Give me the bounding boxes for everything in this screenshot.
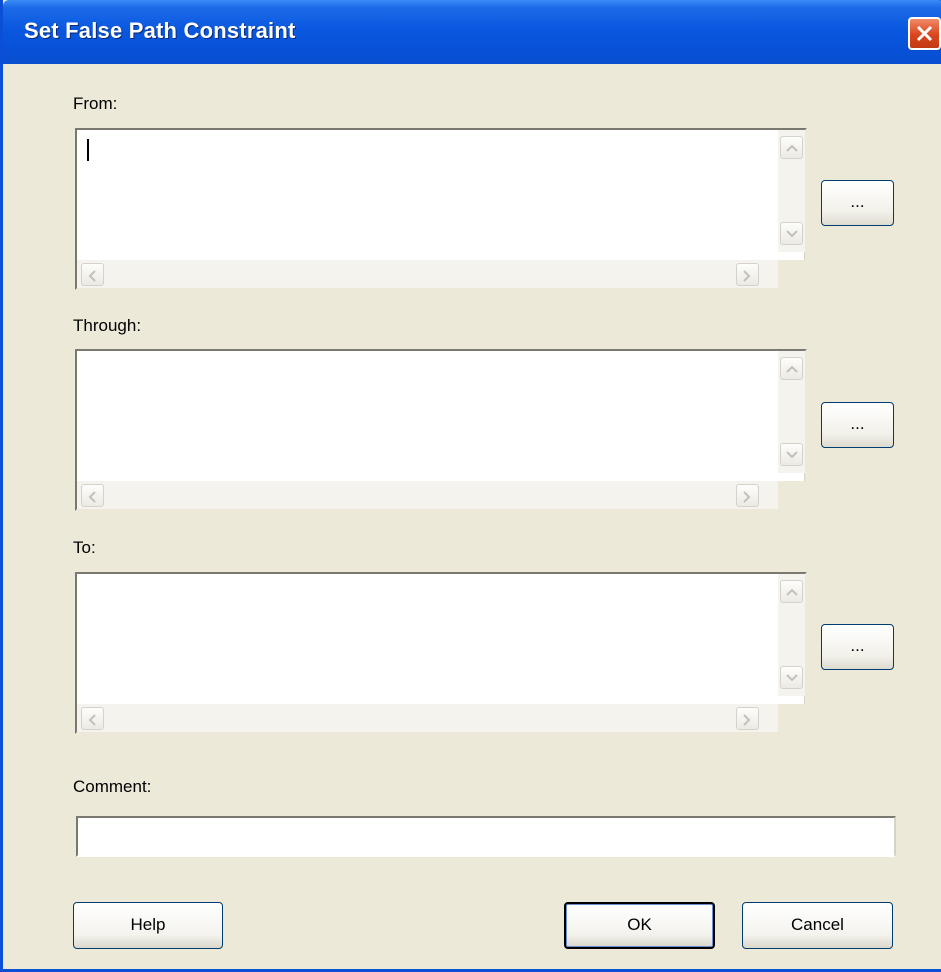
from-browse-button[interactable]: ... [821, 180, 894, 226]
scroll-down-button[interactable] [780, 443, 803, 466]
from-listbox[interactable] [75, 128, 807, 290]
scroll-left-button[interactable] [81, 707, 104, 730]
through-browse-button[interactable]: ... [821, 402, 894, 448]
close-button[interactable] [908, 17, 941, 50]
chevron-down-icon [786, 230, 798, 238]
chevron-down-icon [786, 674, 798, 682]
through-label: Through: [73, 316, 142, 335]
close-x-icon [916, 25, 933, 42]
cancel-button[interactable]: Cancel [742, 902, 893, 949]
from-vertical-scrollbar[interactable] [778, 130, 805, 252]
scroll-left-button[interactable] [81, 484, 104, 507]
from-horizontal-scrollbar[interactable] [77, 260, 778, 288]
scroll-right-button[interactable] [736, 484, 759, 507]
chevron-down-icon [786, 451, 798, 459]
dialog-window: Set False Path Constraint From: ... Thro… [0, 0, 941, 972]
text-cursor [87, 139, 89, 161]
scroll-down-button[interactable] [780, 222, 803, 245]
chevron-right-icon [743, 714, 751, 726]
title-bar[interactable]: Set False Path Constraint [3, 0, 941, 64]
scroll-left-button[interactable] [81, 263, 104, 286]
to-vertical-scrollbar[interactable] [778, 574, 805, 696]
dialog-body: From: ... Through: ... To: ... Comment: … [6, 64, 941, 969]
scroll-up-button[interactable] [780, 136, 803, 159]
through-horizontal-scrollbar[interactable] [77, 481, 778, 509]
chevron-left-icon [88, 270, 96, 282]
comment-label: Comment: [73, 777, 152, 796]
through-listbox[interactable] [75, 349, 807, 511]
scroll-right-button[interactable] [736, 263, 759, 286]
dialog-title: Set False Path Constraint [24, 18, 296, 43]
chevron-left-icon [88, 714, 96, 726]
to-label: To: [73, 538, 96, 557]
comment-input[interactable] [76, 816, 896, 857]
to-browse-button[interactable]: ... [821, 624, 894, 670]
to-horizontal-scrollbar[interactable] [77, 704, 778, 732]
through-vertical-scrollbar[interactable] [778, 351, 805, 473]
scroll-up-button[interactable] [780, 580, 803, 603]
ok-button[interactable]: OK [564, 902, 715, 949]
chevron-up-icon [786, 365, 798, 373]
scroll-down-button[interactable] [780, 666, 803, 689]
scroll-right-button[interactable] [736, 707, 759, 730]
chevron-right-icon [743, 270, 751, 282]
to-listbox[interactable] [75, 572, 807, 734]
chevron-right-icon [743, 491, 751, 503]
chevron-up-icon [786, 588, 798, 596]
chevron-up-icon [786, 144, 798, 152]
help-button[interactable]: Help [73, 902, 223, 949]
from-label: From: [73, 94, 118, 113]
scroll-up-button[interactable] [780, 357, 803, 380]
chevron-left-icon [88, 491, 96, 503]
